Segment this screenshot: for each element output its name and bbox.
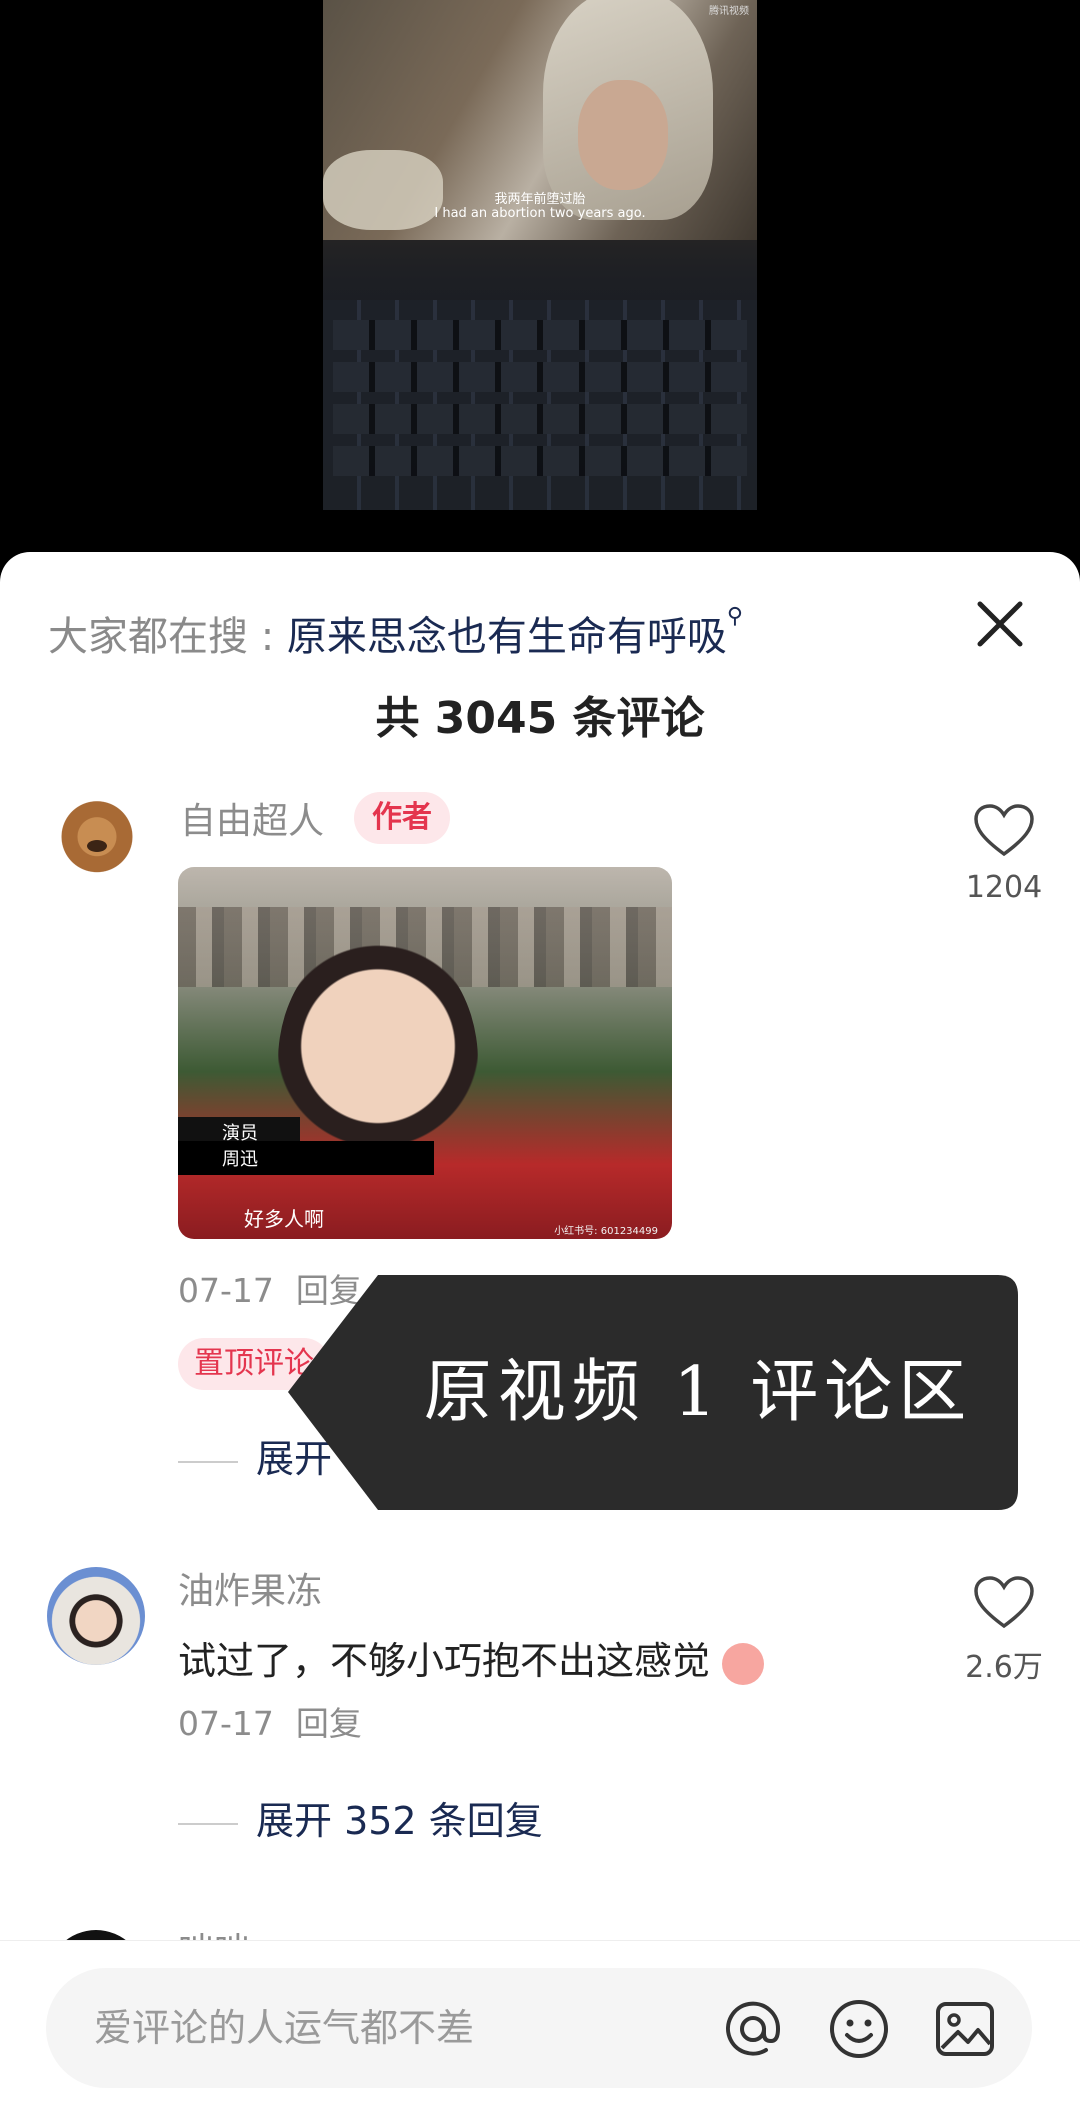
- like-count: 2.6万: [965, 1650, 1043, 1685]
- video-frame: 腾讯视频 我两年前堕过胎 I had an abortion two years…: [323, 0, 757, 510]
- divider: [178, 1460, 238, 1463]
- comment-input[interactable]: 爱评论的人运气都不差: [46, 1968, 1032, 2088]
- comments-sheet: 大家都在搜 : 原来思念也有生命有呼吸⚲ 共 3045 条评论 自由超人 作者 …: [0, 552, 1080, 2113]
- divider: [178, 1822, 238, 1825]
- video-scene-face: [578, 80, 668, 190]
- laptop-keyboard: [323, 300, 757, 510]
- image-caption-name: 周迅: [178, 1141, 434, 1175]
- hot-search-label: 大家都在搜 :: [48, 614, 287, 660]
- expand-replies-label: 展开 352 条回复: [256, 1799, 543, 1843]
- comment-username[interactable]: 自由超人: [180, 792, 324, 844]
- comment-text-content: 试过了，不够小巧抱不出这感觉: [178, 1639, 711, 1683]
- keyboard-row: [333, 362, 747, 392]
- image-caption-line: 好多人啊: [244, 1207, 324, 1231]
- video-subtitle-en: I had an abortion two years ago.: [434, 206, 646, 221]
- comment-image[interactable]: 演员 周迅 好多人啊 小红书号: 601234499: [178, 867, 672, 1239]
- image-icon[interactable]: [934, 1998, 996, 2060]
- close-icon[interactable]: [972, 596, 1028, 652]
- video-watermark: 腾讯视频: [709, 6, 749, 17]
- comment-meta: 07-17 回复: [178, 1697, 362, 1745]
- avatar[interactable]: [54, 798, 140, 884]
- keyboard-row: [333, 320, 747, 350]
- comment-text: 试过了，不够小巧抱不出这感觉: [178, 1630, 765, 1685]
- author-badge: 作者: [354, 792, 450, 844]
- heart-icon[interactable]: [972, 802, 1036, 858]
- at-icon[interactable]: [722, 1998, 784, 2060]
- peach-emoji-icon: [722, 1642, 765, 1685]
- emoji-icon[interactable]: [828, 1998, 890, 2060]
- comment-date: 07-17: [178, 1704, 274, 1743]
- expand-replies-button[interactable]: 展开 352 条回复: [178, 1790, 543, 1845]
- search-icon: ⚲: [726, 604, 744, 629]
- comment-count: 共 3045 条评论: [375, 693, 705, 744]
- hot-search-query[interactable]: 原来思念也有生命有呼吸: [287, 614, 727, 660]
- image-watermark: 小红书号: 601234499: [554, 1226, 658, 1237]
- like-count: 1204: [965, 870, 1043, 905]
- keyboard-row: [333, 446, 747, 476]
- heart-icon[interactable]: [972, 1574, 1036, 1630]
- comment-input-placeholder: 爱评论的人运气都不差: [94, 2006, 475, 2050]
- hot-search[interactable]: 大家都在搜 : 原来思念也有生命有呼吸⚲: [48, 604, 743, 662]
- avatar[interactable]: [47, 1567, 145, 1665]
- avatar-nose: [87, 840, 107, 852]
- comment-username[interactable]: 油炸果冻: [178, 1562, 322, 1614]
- video-player[interactable]: 腾讯视频 我两年前堕过胎 I had an abortion two years…: [0, 0, 1080, 560]
- laptop-screen: 腾讯视频 我两年前堕过胎 I had an abortion two years…: [323, 0, 757, 240]
- keyboard-row: [333, 404, 747, 434]
- reply-button[interactable]: 回复: [296, 1704, 362, 1743]
- video-subtitle-cn: 我两年前堕过胎: [494, 192, 586, 207]
- comment-date: 07-17: [178, 1271, 274, 1310]
- comment-input-bar: 爱评论的人运气都不差: [0, 1940, 1080, 2113]
- overlay-label: 原视频 1 评论区: [423, 1353, 973, 1432]
